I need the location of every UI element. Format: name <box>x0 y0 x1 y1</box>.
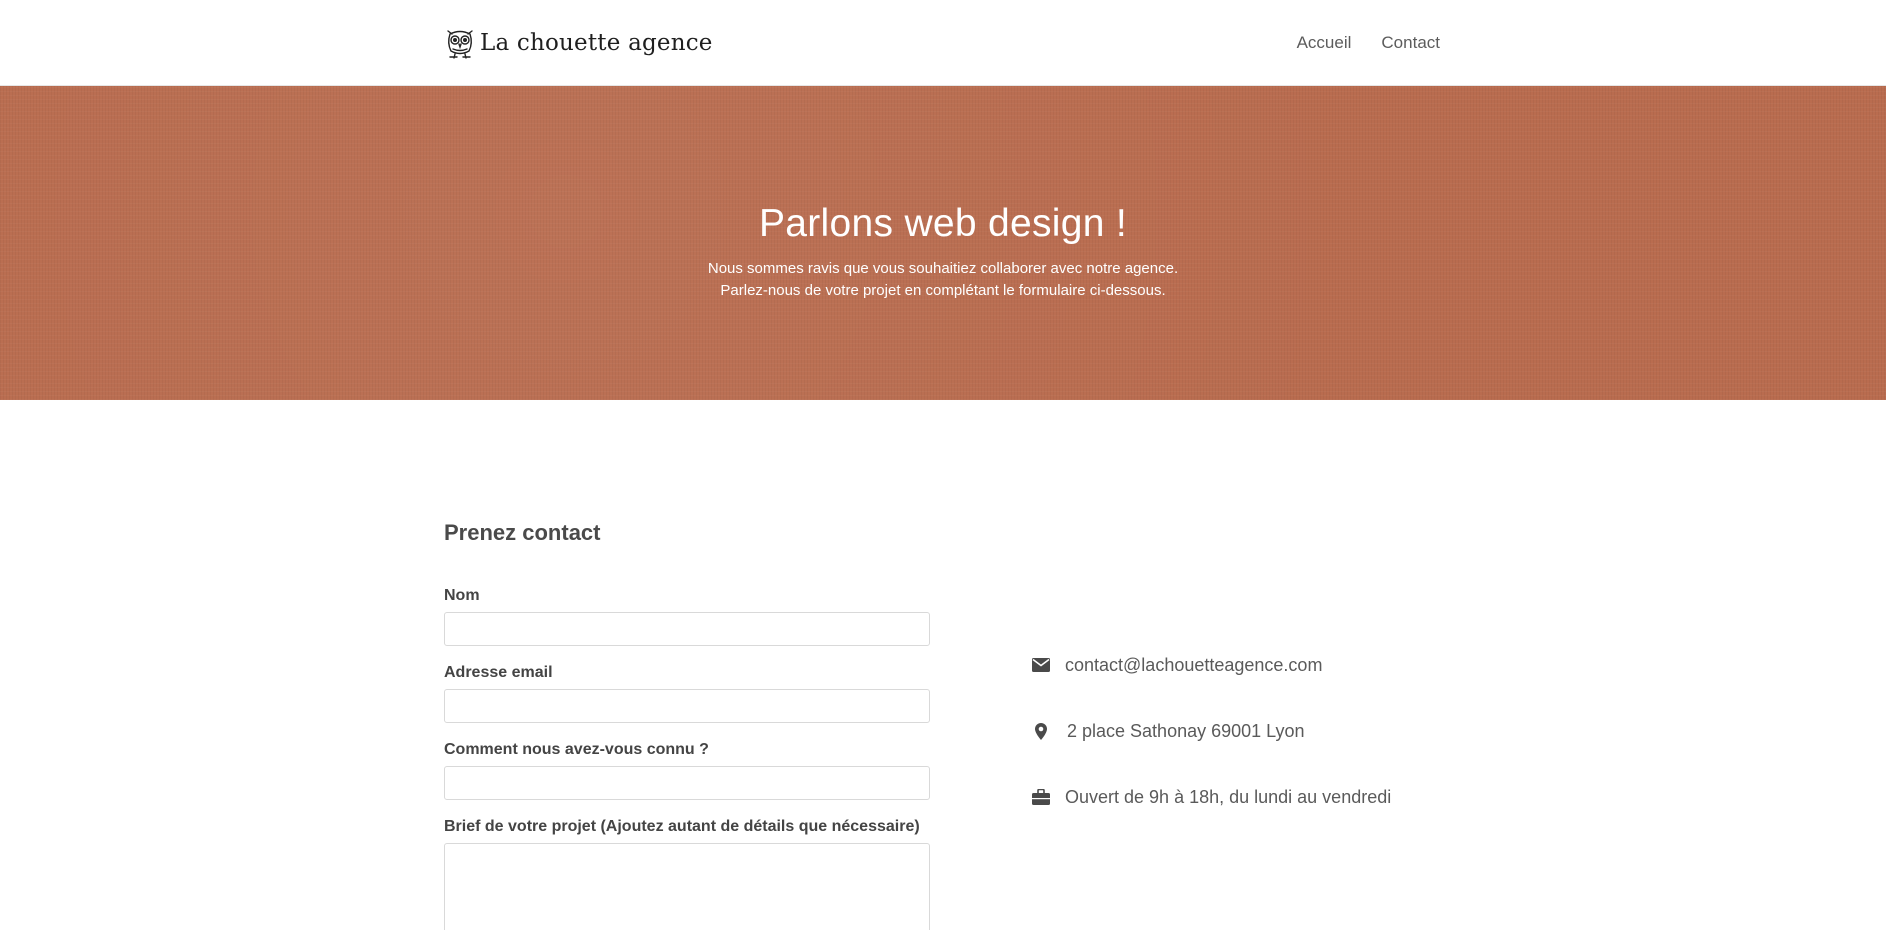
briefcase-icon <box>1031 787 1051 807</box>
map-marker-icon <box>1031 721 1051 741</box>
header-inner: La chouette agence Accueil Contact <box>444 0 1440 86</box>
hours-text: Ouvert de 9h à 18h, du lundi au vendredi <box>1065 786 1392 807</box>
nav-link-accueil[interactable]: Accueil <box>1297 33 1352 53</box>
email-link[interactable]: contact@lachouetteagence.com <box>1065 655 1322 676</box>
main-nav: Accueil Contact <box>1297 33 1440 53</box>
hero-line-1: Nous sommes ravis que vous souhaitiez co… <box>707 260 1179 277</box>
info-email: contact@lachouetteagence.com <box>1031 650 1451 680</box>
nav-link-contact[interactable]: Contact <box>1381 33 1440 53</box>
contact-form: Nom Adresse email Comment nous avez-vous… <box>444 586 930 930</box>
email-input[interactable] <box>444 689 930 723</box>
hero-title: Parlons web design ! <box>758 202 1128 245</box>
name-input[interactable] <box>444 612 930 646</box>
logo-text: La chouette agence <box>480 30 713 56</box>
contact-title: Prenez contact <box>444 520 601 545</box>
owl-logo-icon <box>447 30 473 59</box>
site-header: La chouette agence Accueil Contact <box>0 0 1886 86</box>
envelope-icon <box>1031 655 1051 675</box>
info-hours: Ouvert de 9h à 18h, du lundi au vendredi <box>1031 782 1451 812</box>
email-label: Adresse email <box>444 664 553 681</box>
hero-line-2: Parlez-nous de votre projet en complétan… <box>720 282 1166 299</box>
address-text: 2 place Sathonay 69001 Lyon <box>1067 720 1305 741</box>
name-label: Nom <box>444 587 480 604</box>
contact-info: contact@lachouetteagence.com 2 place Sat… <box>1031 650 1451 848</box>
brief-textarea[interactable] <box>444 843 930 930</box>
contact-section: Prenez contact Nom Adresse email Comment… <box>0 400 1886 930</box>
hero-banner: Parlons web design ! Nous sommes ravis q… <box>0 86 1886 400</box>
referral-label: Comment nous avez-vous connu ? <box>444 741 709 758</box>
hero-subtitle: Nous sommes ravis que vous souhaitiez co… <box>0 258 1886 302</box>
brief-label: Brief de votre projet (Ajoutez autant de… <box>444 818 920 835</box>
referral-input[interactable] <box>444 766 930 800</box>
info-address: 2 place Sathonay 69001 Lyon <box>1031 716 1451 746</box>
logo-link[interactable]: La chouette agence <box>444 25 713 61</box>
